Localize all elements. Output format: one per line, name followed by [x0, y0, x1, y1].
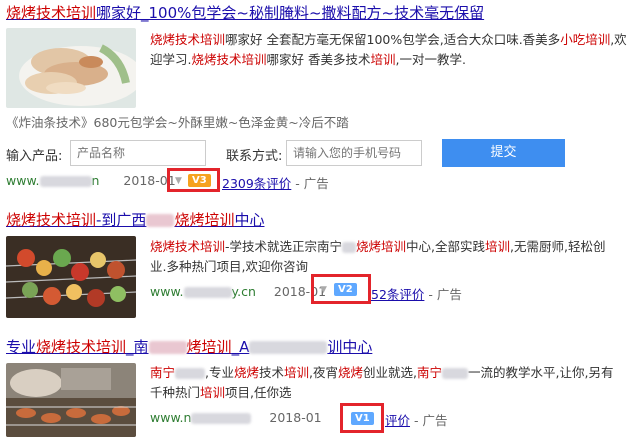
blurred-title-part: [249, 341, 328, 354]
blurred-title-part: [146, 214, 175, 227]
product-input[interactable]: [70, 140, 206, 166]
result1-review-line: 2309条评价 - 广告: [222, 173, 329, 192]
result3-description: 南宁 ,专业烧烤技术培训,夜宵烧烤创业就选,南宁 一流的教学水平,让你,另有千种热门…: [150, 365, 614, 400]
v3-highlight-box: ▼ V3: [167, 168, 220, 192]
result1-meta: www. n 2018-01: [6, 173, 176, 188]
result2-meta: www. y.cn 2018-01: [150, 284, 327, 299]
ad-label: - 广告: [414, 413, 448, 428]
caret-down-icon: ▼: [320, 285, 327, 295]
product-label: 输入产品:: [6, 149, 63, 164]
blurred-desc-part: [342, 242, 357, 253]
contact-label: 联系方式:: [226, 149, 283, 164]
result1-sublink[interactable]: 《炸油条技术》680元包学会~外酥里嫩~色泽金黄~冷后不踏: [6, 113, 349, 133]
phone-input[interactable]: [286, 140, 422, 166]
barbecue-photo: [6, 236, 136, 318]
blurred-url-part: [191, 413, 252, 424]
result3-meta: www.n 2018-01: [150, 410, 322, 425]
result2-reviews-link[interactable]: 52条评价: [371, 287, 424, 302]
blurred-title-part: [148, 341, 187, 354]
grill-photo: [6, 363, 136, 437]
result1-title[interactable]: 烧烤技术培训哪家好_100%包学会~秘制腌料~撒料配方~技术毫无保留: [6, 2, 484, 23]
shrimp-photo: [6, 28, 136, 108]
result3-reviews-link[interactable]: 评价: [385, 413, 410, 428]
result1-reviews-link[interactable]: 2309条评价: [222, 176, 291, 191]
result3-thumbnail[interactable]: [6, 363, 136, 437]
v2-highlight-box: ▼ V2: [311, 274, 371, 304]
result2-title[interactable]: 烧烤技术培训-到广西 烧烤培训中心: [6, 209, 264, 230]
result1-description: 烧烤技术培训哪家好 全套配方毫无保留100%包学会,适合大众口味.香美多小吃培训…: [150, 32, 627, 67]
v3-badge[interactable]: V3: [188, 174, 211, 187]
result3-review-line: 评价 - 广告: [385, 410, 447, 429]
caret-down-icon: ▼: [175, 176, 182, 186]
ad-label: - 广告: [428, 287, 462, 302]
submit-button[interactable]: 提交: [442, 139, 565, 167]
ad-label: - 广告: [295, 176, 329, 191]
v1-badge[interactable]: V1: [351, 412, 374, 425]
result1-url[interactable]: www. n: [6, 173, 99, 188]
result2-description: 烧烤技术培训-学技术就选正宗南宁 烧烤培训中心,全部实践培训,无需厨师,轻松创业.…: [150, 239, 606, 274]
blurred-url-part: [39, 176, 92, 187]
v2-badge[interactable]: V2: [334, 283, 357, 296]
result3-title[interactable]: 专业烧烤技术培训_南 烤培训_A 训中心: [6, 336, 372, 357]
result2-thumbnail[interactable]: [6, 236, 136, 318]
blurred-desc-part: [175, 368, 206, 379]
blurred-desc-part: [442, 368, 469, 379]
result1-thumbnail[interactable]: [6, 28, 136, 108]
result2-url[interactable]: www. y.cn: [150, 284, 256, 299]
result3-url[interactable]: www.n: [150, 410, 252, 425]
blurred-url-part: [183, 287, 232, 298]
result2-review-line: 52条评价 - 广告: [371, 284, 462, 303]
v1-highlight-box: V1: [340, 403, 384, 433]
